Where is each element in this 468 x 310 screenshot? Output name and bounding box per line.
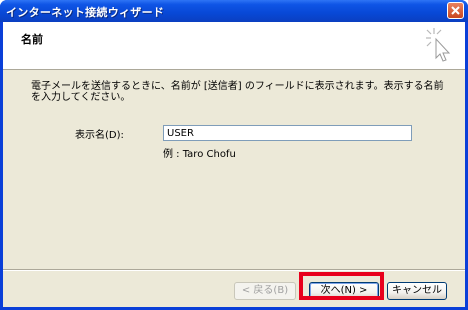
- close-icon: [451, 6, 460, 15]
- wizard-window: インターネット接続ウィザード 名前 電子メールを送信するときに、名前が [送信者…: [0, 0, 468, 310]
- dialog-body: 名前 電子メールを送信するときに、名前が [送信者] のフィールドに表示されます…: [3, 22, 465, 307]
- cancel-button[interactable]: キャンセル: [387, 282, 447, 300]
- close-button[interactable]: [447, 2, 464, 19]
- page-title: 名前: [21, 33, 43, 46]
- display-name-input[interactable]: [163, 125, 412, 141]
- divider: [3, 269, 465, 271]
- display-name-label: 表示名(D):: [75, 130, 124, 141]
- back-button[interactable]: < 戻る(B): [234, 282, 296, 300]
- window-title: インターネット接続ウィザード: [6, 6, 165, 19]
- description-text: 電子メールを送信するときに、名前が [送信者] のフィールドに表示されます。表示…: [31, 81, 444, 103]
- next-button-highlight: [299, 272, 384, 300]
- title-bar[interactable]: インターネット接続ウィザード: [0, 0, 468, 22]
- example-text: 例 : Taro Chofu: [163, 149, 236, 160]
- wizard-header: 名前: [3, 22, 465, 70]
- cursor-sparkle-icon: [426, 28, 451, 62]
